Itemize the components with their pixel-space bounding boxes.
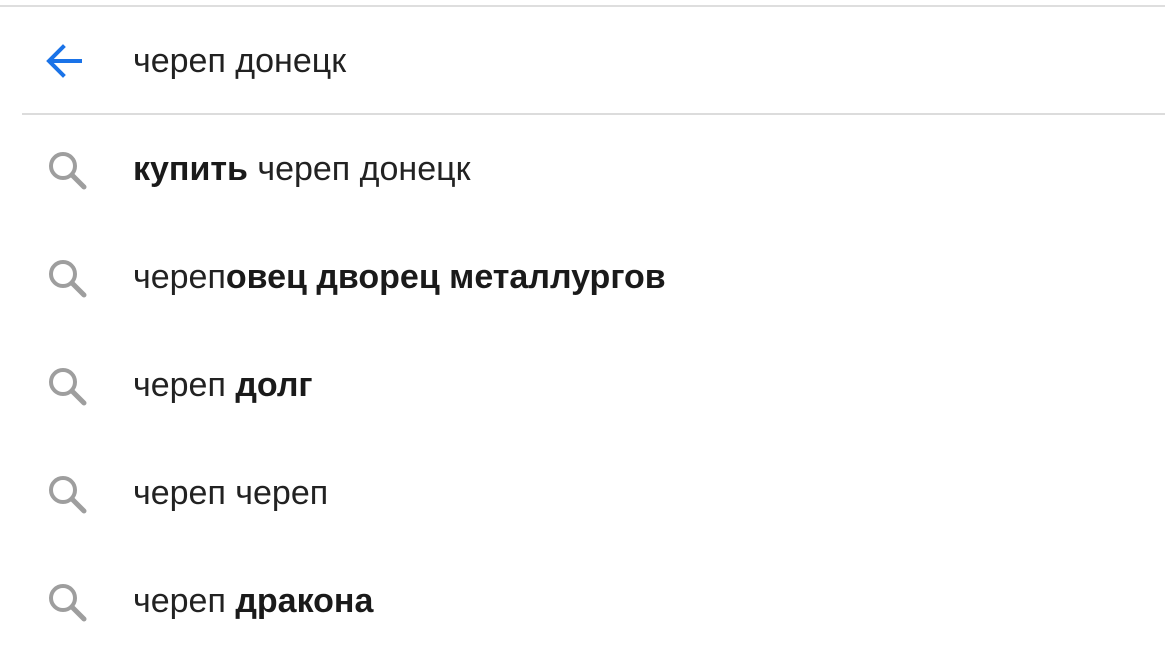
suggestion-text: купить череп донецк bbox=[133, 150, 471, 188]
suggestion-text: череп дракона bbox=[133, 582, 374, 620]
search-icon bbox=[44, 255, 90, 301]
search-icon bbox=[44, 471, 90, 517]
suggestion-text: череповец дворец металлургов bbox=[133, 258, 666, 296]
back-button[interactable] bbox=[38, 35, 90, 87]
suggestion-item[interactable]: череп дракона bbox=[0, 547, 1165, 655]
suggestion-text: череп череп bbox=[133, 474, 329, 512]
suggestions-list: купить череп донецк череповец дворец мет… bbox=[0, 115, 1165, 655]
search-icon bbox=[44, 147, 90, 193]
search-icon bbox=[44, 579, 90, 625]
suggestion-item[interactable]: череп долг bbox=[0, 331, 1165, 439]
suggestion-item[interactable]: череповец дворец металлургов bbox=[0, 223, 1165, 331]
search-icon bbox=[44, 363, 90, 409]
search-input[interactable] bbox=[133, 37, 1113, 85]
arrow-left-icon bbox=[46, 44, 82, 78]
suggestion-item[interactable]: купить череп донецк bbox=[0, 115, 1165, 223]
search-bar bbox=[0, 7, 1165, 113]
suggestion-item[interactable]: череп череп bbox=[0, 439, 1165, 547]
suggestion-text: череп долг bbox=[133, 366, 313, 404]
